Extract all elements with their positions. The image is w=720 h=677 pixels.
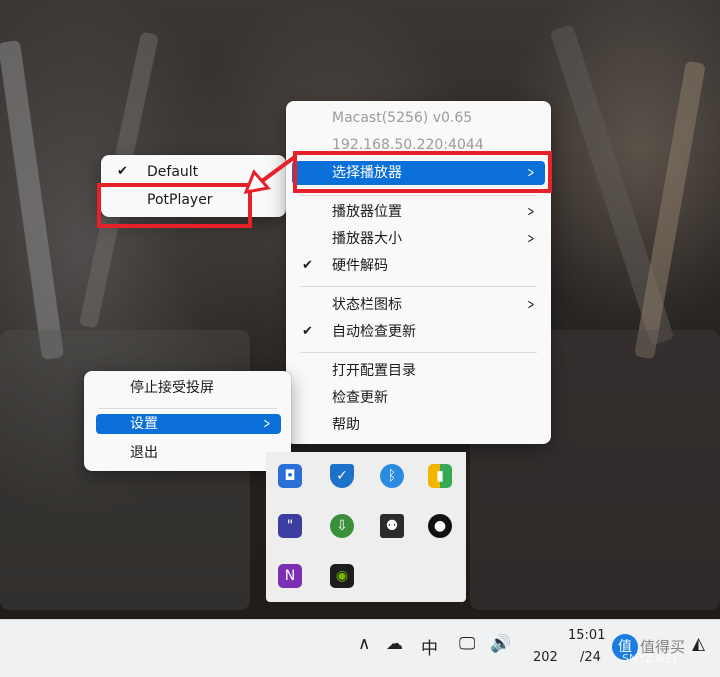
watermark-site: SMYZ.NET — [622, 652, 679, 665]
camera-app-icon[interactable]: ◘ — [278, 464, 302, 488]
show-hidden-icons-chevron[interactable]: ∧ — [358, 634, 370, 654]
menu-item-label: 退出 — [130, 445, 158, 461]
film-reel-icon[interactable]: ⚉ — [380, 514, 404, 538]
chevron-right-icon: > — [527, 231, 535, 247]
player-option-label: PotPlayer — [147, 192, 213, 208]
secondary-tray-menu: 停止接受投屏 设置 > 退出 — [84, 371, 291, 471]
menu-item-label: 播放器大小 — [332, 231, 402, 247]
menu-item-check-update[interactable]: 检查更新 — [292, 386, 545, 410]
menu-item-exit[interactable]: 退出 — [90, 441, 285, 465]
menu-item-player-size[interactable]: 播放器大小 > — [292, 227, 545, 251]
windows-security-icon[interactable]: ✓ — [330, 464, 354, 488]
menu-item-label: 选择播放器 — [332, 165, 402, 181]
tray-overflow-panel: ◘ ✓ ᛒ ▮ " ⇩ ⚉ ● N ◉ — [266, 452, 466, 602]
chevron-right-icon: > — [527, 165, 535, 181]
nvidia-icon[interactable]: ◉ — [330, 564, 354, 588]
check-icon: ✔ — [117, 164, 128, 179]
macast-tray-menu: Macast(5256) v0.65 192.168.50.220:4044 选… — [286, 101, 551, 444]
onenote-icon[interactable]: N — [278, 564, 302, 588]
qq-penguin-icon[interactable]: ● — [428, 514, 452, 538]
volume-icon[interactable]: 🔊 — [490, 634, 511, 654]
chevron-right-icon: > — [527, 297, 535, 313]
notification-icon[interactable]: ◭ — [692, 634, 705, 654]
menu-divider — [98, 408, 277, 409]
menu-item-select-player[interactable]: 选择播放器 > — [292, 161, 545, 185]
menu-item-label: 停止接受投屏 — [130, 380, 214, 396]
background-brush — [634, 60, 706, 360]
menu-item-open-config-dir[interactable]: 打开配置目录 — [292, 359, 545, 383]
multicolor-app-icon[interactable]: ▮ — [428, 464, 452, 488]
chevron-right-icon: > — [263, 416, 271, 432]
menu-item-status-bar-icon[interactable]: 状态栏图标 > — [292, 293, 545, 317]
clock-time[interactable]: 15:01 — [568, 628, 605, 643]
menu-divider — [300, 195, 537, 196]
ip-address-info: 192.168.50.220:4044 — [332, 137, 484, 153]
menu-divider — [300, 286, 537, 287]
bluetooth-icon[interactable]: ᛒ — [380, 464, 404, 488]
check-icon: ✔ — [302, 258, 313, 273]
clock-date-suffix[interactable]: /24 — [580, 650, 601, 665]
onedrive-cloud-icon[interactable]: ☁ — [386, 634, 403, 654]
menu-item-label: 硬件解码 — [332, 258, 388, 274]
menu-item-label: 自动检查更新 — [332, 324, 416, 340]
menu-item-label: 播放器位置 — [332, 204, 402, 220]
menu-item-help[interactable]: 帮助 — [292, 413, 545, 437]
clock-date-prefix[interactable]: 202 — [533, 650, 558, 665]
chevron-right-icon: > — [527, 204, 535, 220]
check-icon: ✔ — [302, 324, 313, 339]
menu-item-settings[interactable]: 设置 > — [96, 414, 281, 434]
background-brush — [0, 40, 65, 360]
input-method-indicator[interactable]: 中 — [421, 634, 438, 659]
menu-divider — [300, 352, 537, 353]
menu-item-label: 检查更新 — [332, 390, 388, 406]
red-arrow-annotation — [243, 154, 298, 194]
taskbar: ∧ ☁ 中 🖵 🔊 15:01 202 /24 值 值得买 SMYZ.NET ◭ — [0, 619, 720, 677]
menu-item-stop-receiving[interactable]: 停止接受投屏 — [90, 376, 285, 400]
download-manager-icon[interactable]: ⇩ — [330, 514, 354, 538]
menu-item-auto-check-update[interactable]: ✔ 自动检查更新 — [292, 320, 545, 344]
menu-item-player-position[interactable]: 播放器位置 > — [292, 200, 545, 224]
network-icon[interactable]: 🖵 — [459, 634, 475, 654]
quote-app-icon[interactable]: " — [278, 514, 302, 538]
menu-item-label: 设置 — [130, 416, 158, 432]
menu-item-label: 打开配置目录 — [332, 363, 416, 379]
menu-item-label: 帮助 — [332, 417, 360, 433]
player-option-label: Default — [147, 164, 199, 180]
app-version-info: Macast(5256) v0.65 — [332, 110, 473, 126]
menu-item-hardware-decode[interactable]: ✔ 硬件解码 — [292, 254, 545, 278]
menu-item-label: 状态栏图标 — [332, 297, 402, 313]
